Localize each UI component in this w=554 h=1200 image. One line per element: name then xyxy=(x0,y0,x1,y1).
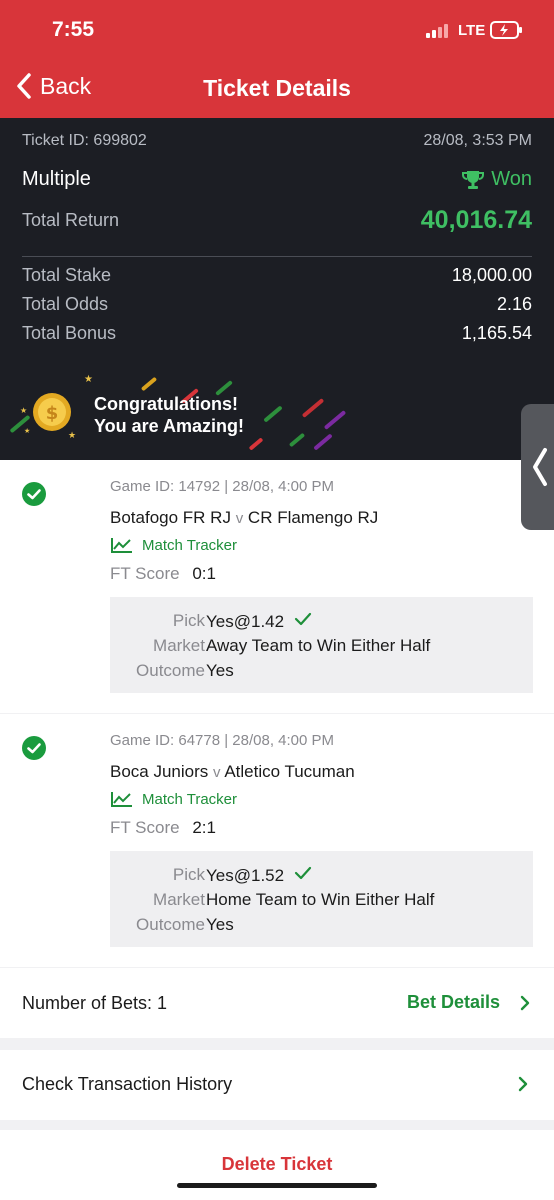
market-value: Away Team to Win Either Half xyxy=(206,636,431,655)
divider xyxy=(22,256,532,257)
bet-details-link[interactable]: Bet Details xyxy=(407,992,532,1013)
congrats-line1: Congratulations! xyxy=(94,394,238,414)
chevron-right-icon xyxy=(520,995,530,1010)
confetti xyxy=(323,410,347,430)
page-title: Ticket Details xyxy=(203,75,351,101)
history-label: Check Transaction History xyxy=(22,1074,233,1094)
delete-row: Delete Ticket xyxy=(0,1130,554,1200)
total-return-label: Total Return xyxy=(22,210,120,230)
check-icon xyxy=(294,866,311,880)
match-tracker-label: Match Tracker xyxy=(142,790,238,808)
home-indicator xyxy=(177,1183,377,1188)
home-team: Boca Juniors xyxy=(110,762,209,781)
delete-ticket-button[interactable]: Delete Ticket xyxy=(0,1154,554,1175)
pick-text: Yes@1.52 xyxy=(206,866,285,885)
congrats-banner: Congratulations! You are Amazing! xyxy=(94,393,244,437)
home-team: Botafogo FR RJ xyxy=(110,508,231,527)
pick-value: Yes@1.52 xyxy=(206,865,313,886)
bet-type: Multiple xyxy=(22,168,91,190)
app-header: 7:55 LTE Back Ticket Details xyxy=(0,0,554,118)
total-stake-label: Total Stake xyxy=(22,265,112,285)
signal-icon xyxy=(426,24,454,38)
ticket-datetime: 28/08, 3:53 PM xyxy=(423,132,532,149)
checkmark-circle-icon xyxy=(22,482,46,506)
total-bonus-value: 1,165.54 xyxy=(461,323,532,343)
ft-score: FT Score 2:1 xyxy=(110,818,216,838)
bet-card: Game ID: 14792 | 28/08, 4:00 PM Botafogo… xyxy=(0,460,554,713)
total-stake-value: 18,000.00 xyxy=(451,265,532,285)
pick-details: Pick Yes@1.52 Market Home Team to Win Ei… xyxy=(110,851,533,947)
congrats-line2: You are Amazing! xyxy=(94,416,245,436)
status-time: 7:55 xyxy=(52,18,95,41)
game-id: Game ID: 14792 | 28/08, 4:00 PM xyxy=(110,478,335,495)
total-odds-label: Total Odds xyxy=(22,294,109,314)
chevron-right-icon xyxy=(518,1076,528,1092)
total-return-value: 40,016.74 xyxy=(420,206,532,234)
ticket-summary: Ticket ID: 699802 28/08, 3:53 PM Multipl… xyxy=(0,118,554,460)
pick-label: Pick xyxy=(172,865,205,884)
confetti xyxy=(248,437,264,451)
total-odds-value: 2.16 xyxy=(496,294,532,314)
status-label: Won xyxy=(491,168,532,190)
trophy-icon xyxy=(462,170,485,189)
transaction-history-row[interactable]: Check Transaction History xyxy=(0,1050,554,1120)
star: ★ xyxy=(20,406,28,415)
game-id: Game ID: 64778 | 28/08, 4:00 PM xyxy=(110,732,335,749)
bet-card: Game ID: 64778 | 28/08, 4:00 PM Boca Jun… xyxy=(0,714,554,967)
star: ★ xyxy=(24,428,31,435)
market-label: Market xyxy=(153,890,205,909)
network-label: LTE xyxy=(458,22,486,39)
outcome-value: Yes xyxy=(206,915,234,934)
chart-line-icon xyxy=(111,792,132,807)
pick-value: Yes@1.42 xyxy=(206,611,313,632)
away-team: Atletico Tucuman xyxy=(224,762,355,781)
market-value: Home Team to Win Either Half xyxy=(206,890,435,909)
pick-label: Pick xyxy=(172,611,205,630)
ticket-id: Ticket ID: 699802 xyxy=(22,132,147,149)
ft-score-label: FT Score xyxy=(110,818,180,837)
match-tracker-link[interactable]: Match Tracker xyxy=(110,790,237,808)
confetti xyxy=(140,376,158,392)
ft-score-value: 0:1 xyxy=(192,564,216,583)
check-icon xyxy=(294,612,311,626)
pick-text: Yes@1.42 xyxy=(206,612,285,631)
outcome-label: Outcome xyxy=(136,915,205,934)
versus-label: v xyxy=(235,510,244,527)
star: ★ xyxy=(84,374,93,385)
ft-score-value: 2:1 xyxy=(192,818,216,837)
side-drawer-handle[interactable] xyxy=(521,404,554,530)
chart-line-icon xyxy=(111,538,132,553)
away-team: CR Flamengo RJ xyxy=(247,508,379,527)
bet-details-label: Bet Details xyxy=(406,992,500,1012)
confetti xyxy=(313,433,333,451)
confetti xyxy=(301,398,325,418)
match-title: Botafogo FR RJ v CR Flamengo RJ xyxy=(110,508,378,528)
confetti xyxy=(263,405,283,423)
confetti xyxy=(288,432,306,448)
outcome-label: Outcome xyxy=(136,661,205,680)
battery-icon xyxy=(490,21,524,39)
checkmark-circle-icon xyxy=(22,736,46,760)
pick-details: Pick Yes@1.42 Market Away Team to Win Ei… xyxy=(110,597,533,693)
number-of-bets: Number of Bets: 1 xyxy=(22,993,168,1013)
status-badge: Won xyxy=(461,168,532,191)
ft-score-label: FT Score xyxy=(110,564,180,583)
market-label: Market xyxy=(153,636,205,655)
versus-label: v xyxy=(213,764,221,781)
ft-score: FT Score 0:1 xyxy=(110,564,216,584)
outcome-value: Yes xyxy=(206,661,234,680)
number-of-bets-row: Number of Bets: 1 Bet Details xyxy=(0,968,554,1038)
match-title: Boca Juniors v Atletico Tucuman xyxy=(110,762,355,782)
match-tracker-label: Match Tracker xyxy=(142,536,238,554)
total-bonus-label: Total Bonus xyxy=(22,323,117,343)
svg-text:$: $ xyxy=(46,403,59,424)
match-tracker-link[interactable]: Match Tracker xyxy=(110,536,237,554)
chevron-left-icon xyxy=(533,448,547,486)
coin-icon: $ xyxy=(32,392,72,432)
